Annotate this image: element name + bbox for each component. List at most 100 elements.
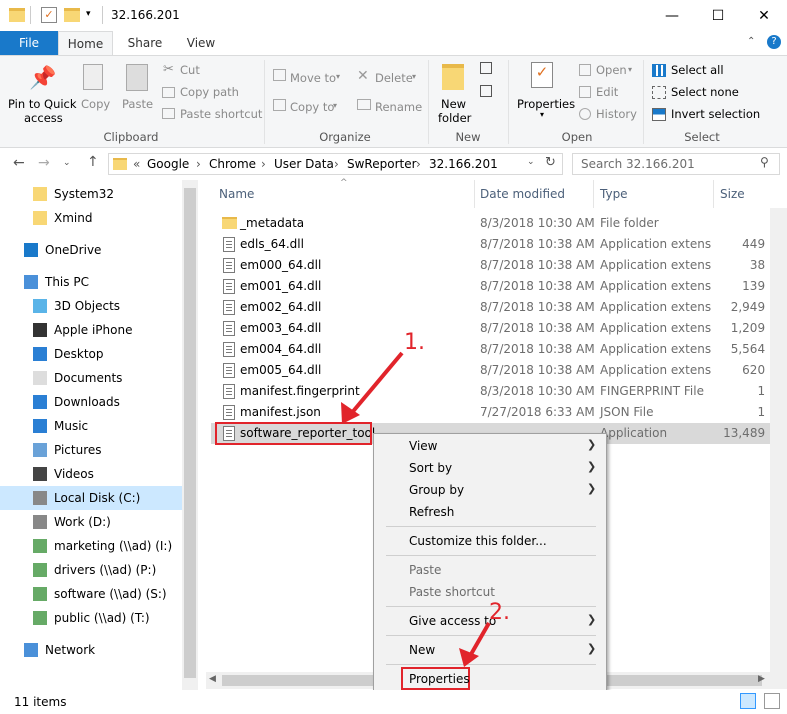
paste-shortcut-button[interactable]: Paste shortcut xyxy=(180,107,262,121)
overflow-chevrons[interactable]: « xyxy=(133,157,140,171)
file-row[interactable]: em002_64.dll 8/7/2018 10:38 AM Application… xyxy=(211,297,787,318)
column-type[interactable]: Type xyxy=(600,187,628,201)
breadcrumb-chrome[interactable]: Chrome xyxy=(209,157,256,171)
breadcrumb-swreporter[interactable]: SwReporter xyxy=(347,157,417,171)
file-row[interactable]: em001_64.dll 8/7/2018 10:38 AM Application… xyxy=(211,276,787,297)
sidebar-item-videos[interactable]: Videos xyxy=(0,462,182,486)
breadcrumb-current[interactable]: 32.166.201 xyxy=(429,157,498,171)
large-icons-view-icon[interactable] xyxy=(764,693,780,709)
sidebar-item-onedrive[interactable]: OneDrive xyxy=(0,238,182,262)
sidebar-item-work-d[interactable]: Work (D:) xyxy=(0,510,182,534)
delete-button[interactable]: Delete xyxy=(375,71,413,85)
tab-share[interactable]: Share xyxy=(118,31,172,55)
column-size[interactable]: Size xyxy=(720,187,745,201)
refresh-icon[interactable]: ↻ xyxy=(545,155,556,170)
details-view-icon[interactable] xyxy=(740,693,756,709)
sidebar-item-public-ad-t[interactable]: public (\\ad) (T:) xyxy=(0,606,182,630)
minimize-button[interactable]: — xyxy=(649,0,695,31)
search-input[interactable]: Search 32.166.201 xyxy=(572,153,780,175)
menu-item-customize-folder[interactable]: Customize this folder... xyxy=(409,534,547,548)
sidebar-item-3d-objects[interactable]: 3D Objects xyxy=(0,294,182,318)
sidebar-item-drivers-ad-p[interactable]: drivers (\\ad) (P:) xyxy=(0,558,182,582)
open-button[interactable]: Open xyxy=(596,63,627,77)
copy-button[interactable]: Copy xyxy=(81,97,110,111)
select-all-button[interactable]: Select all xyxy=(671,63,724,77)
sidebar-item-software-ad-s[interactable]: software (\\ad) (S:) xyxy=(0,582,182,606)
customize-quick-access-icon[interactable]: ▾ xyxy=(86,9,91,19)
sidebar-item-local-disk-c[interactable]: Local Disk (C:) xyxy=(0,486,182,510)
sidebar-item-music[interactable]: Music xyxy=(0,414,182,438)
pin-to-quick-access-button[interactable]: Pin to Quick xyxy=(8,97,77,111)
menu-item-group-by[interactable]: Group by xyxy=(409,483,464,497)
sidebar-item-apple-iphone[interactable]: Apple iPhone xyxy=(0,318,182,342)
sidebar-item-desktop[interactable]: Desktop xyxy=(0,342,182,366)
tab-file[interactable]: File xyxy=(0,31,58,55)
scroll-right-icon[interactable]: ▶ xyxy=(758,674,765,684)
menu-item-give-access-to[interactable]: Give access to xyxy=(409,614,496,628)
sidebar-item-pictures[interactable]: Pictures xyxy=(0,438,182,462)
breadcrumb-separator-icon[interactable]: › xyxy=(196,157,201,171)
rename-button[interactable]: Rename xyxy=(375,100,422,114)
column-date-modified[interactable]: Date modified xyxy=(480,187,565,201)
back-icon[interactable]: ← xyxy=(13,155,25,171)
file-row[interactable]: em000_64.dll 8/7/2018 10:38 AM Application… xyxy=(211,255,787,276)
help-icon[interactable]: ? xyxy=(767,35,781,49)
easy-access-icon[interactable] xyxy=(480,85,492,97)
menu-item-refresh[interactable]: Refresh xyxy=(409,505,454,519)
file-row[interactable]: em003_64.dll 8/7/2018 10:38 AM Application… xyxy=(211,318,787,339)
new-folder-button[interactable]: New xyxy=(441,97,466,111)
file-row[interactable]: em005_64.dll 8/7/2018 10:38 AM Application… xyxy=(211,360,787,381)
file-row[interactable]: manifest.fingerprint 8/3/2018 10:30 AM FIN… xyxy=(211,381,787,402)
copy-path-button[interactable]: Copy path xyxy=(180,85,239,99)
properties-ribbon-button[interactable]: Properties xyxy=(517,97,575,111)
collapse-ribbon-icon[interactable]: ⌃ xyxy=(747,36,755,47)
recent-locations-icon[interactable]: ⌄ xyxy=(63,158,71,168)
cut-button[interactable]: Cut xyxy=(180,63,200,77)
column-divider[interactable] xyxy=(474,180,475,208)
tab-view[interactable]: View xyxy=(176,31,226,55)
new-item-icon[interactable] xyxy=(480,62,492,74)
copy-to-button[interactable]: Copy to xyxy=(290,100,334,114)
up-icon[interactable]: ↑ xyxy=(87,154,99,170)
paste-button[interactable]: Paste xyxy=(122,97,153,111)
address-dropdown-icon[interactable]: ⌄ xyxy=(527,157,535,167)
file-row[interactable]: _metadata 8/3/2018 10:30 AM File folder xyxy=(211,213,787,234)
menu-item-sort-by[interactable]: Sort by xyxy=(409,461,452,475)
history-button[interactable]: History xyxy=(596,107,637,121)
file-row[interactable]: manifest.json 7/27/2018 6:33 AM JSON File 1… xyxy=(211,402,787,423)
file-list-vertical-scrollbar[interactable] xyxy=(770,208,787,672)
sidebar-item-downloads[interactable]: Downloads xyxy=(0,390,182,414)
column-name[interactable]: Name xyxy=(219,187,254,201)
tab-home[interactable]: Home xyxy=(58,31,113,56)
breadcrumb-separator-icon[interactable]: › xyxy=(416,157,421,171)
menu-item-new[interactable]: New xyxy=(409,643,435,657)
file-row[interactable]: edls_64.dll 8/7/2018 10:38 AM Application … xyxy=(211,234,787,255)
breadcrumb-separator-icon[interactable]: › xyxy=(334,157,339,171)
forward-icon[interactable]: → xyxy=(38,155,50,171)
menu-item-properties[interactable]: Properties xyxy=(409,672,470,686)
properties-quick-icon[interactable]: ✓ xyxy=(41,7,57,23)
scroll-left-icon[interactable]: ◀ xyxy=(209,674,216,684)
edit-button[interactable]: Edit xyxy=(596,85,618,99)
sidebar-item-xmind[interactable]: Xmind xyxy=(0,206,182,230)
breadcrumb-separator-icon[interactable]: › xyxy=(261,157,266,171)
breadcrumb-user-data[interactable]: User Data xyxy=(274,157,334,171)
menu-item-paste-shortcut[interactable]: Paste shortcut xyxy=(409,585,495,599)
file-row[interactable]: em004_64.dll 8/7/2018 10:38 AM Application… xyxy=(211,339,787,360)
select-none-button[interactable]: Select none xyxy=(671,85,739,99)
menu-item-paste[interactable]: Paste xyxy=(409,563,441,577)
new-folder-quick-icon[interactable] xyxy=(64,8,80,22)
breadcrumb-google[interactable]: Google xyxy=(147,157,189,171)
column-divider[interactable] xyxy=(713,180,714,208)
sidebar-item-network[interactable]: Network xyxy=(0,638,182,662)
move-to-button[interactable]: Move to xyxy=(290,71,336,85)
maximize-button[interactable]: ☐ xyxy=(695,0,741,31)
menu-item-view[interactable]: View xyxy=(409,439,437,453)
sidebar-item-documents[interactable]: Documents xyxy=(0,366,182,390)
nav-scrollbar-thumb[interactable] xyxy=(184,188,196,678)
close-button[interactable]: ✕ xyxy=(741,0,787,31)
column-divider[interactable] xyxy=(593,180,594,208)
address-bar[interactable]: « Google › Chrome › User Data › SwReport… xyxy=(108,153,563,175)
sidebar-item-marketing-ad-i[interactable]: marketing (\\ad) (I:) xyxy=(0,534,182,558)
sidebar-item-this-pc[interactable]: This PC xyxy=(0,270,182,294)
